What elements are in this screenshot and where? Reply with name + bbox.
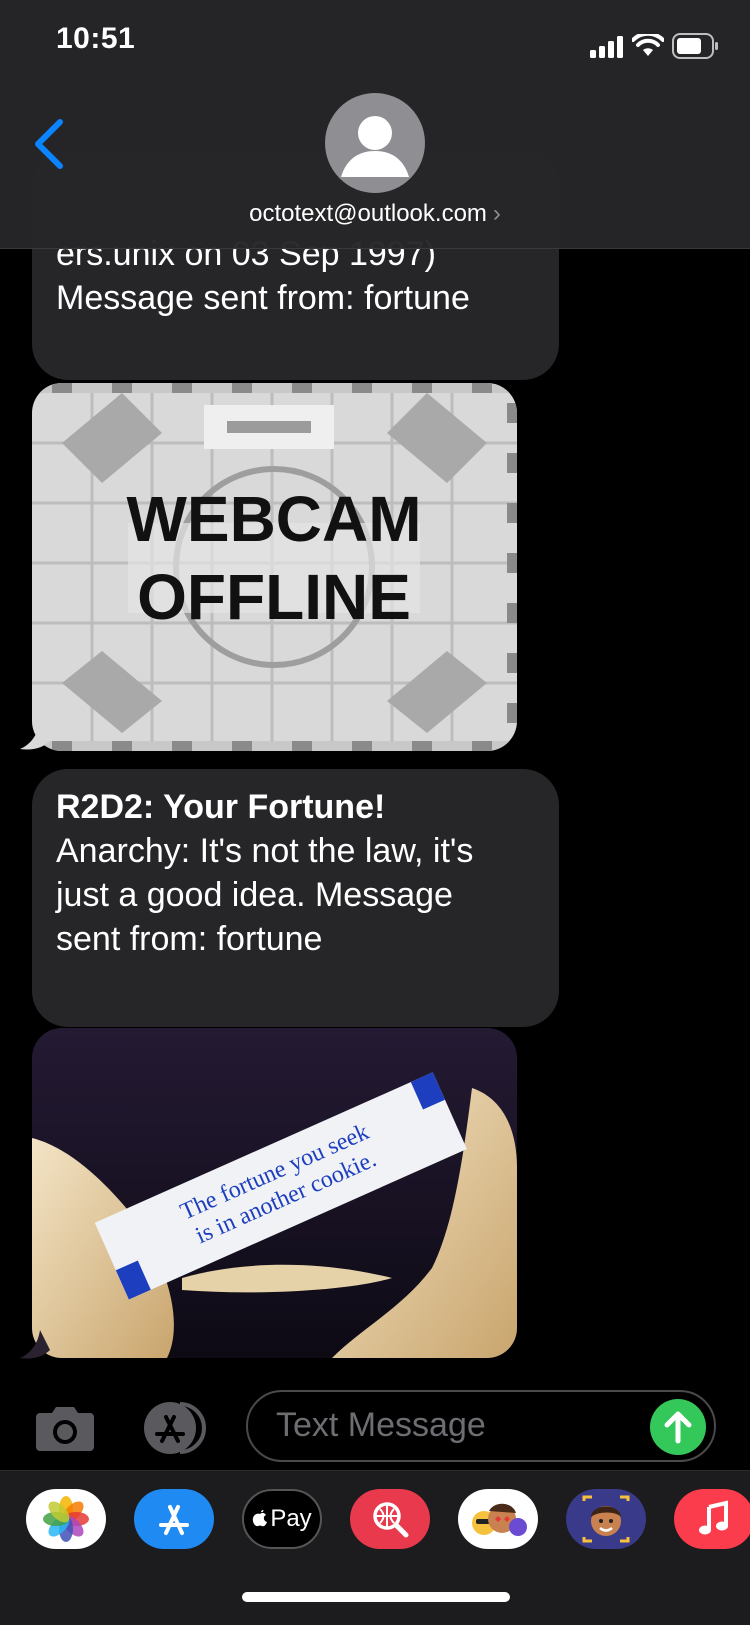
bubble-tail	[20, 1330, 50, 1359]
message-input[interactable]: Text Message	[246, 1390, 716, 1462]
app-store-app-icon[interactable]	[134, 1489, 214, 1549]
photos-icon	[43, 1496, 89, 1542]
bubble-tail	[20, 721, 50, 750]
wifi-icon	[632, 34, 664, 56]
offline-title: OFFLINE	[137, 561, 411, 633]
app-store-glyph-icon	[159, 1505, 189, 1535]
webcam-title: WEBCAM	[126, 483, 421, 555]
person-icon	[341, 116, 409, 177]
message-bubble[interactable]: R2D2: Your Fortune! Anarchy: It's not th…	[32, 769, 559, 1027]
home-indicator[interactable]	[242, 1592, 510, 1602]
image-search-app-icon[interactable]	[350, 1489, 430, 1549]
music-app-icon[interactable]	[674, 1489, 750, 1549]
contact-name[interactable]: octotext@outlook.com ›	[0, 200, 750, 228]
conversation-header: 10:51 octotext@outlook.com ›	[0, 0, 750, 249]
message-input-placeholder: Text Message	[276, 1406, 486, 1444]
fortune-cookie-graphic: The fortune you seek is in another cooki…	[32, 1028, 517, 1358]
photos-app-icon[interactable]	[26, 1489, 106, 1549]
app-store-icon[interactable]	[140, 1401, 210, 1455]
fortune-cookie-image[interactable]: The fortune you seek is in another cooki…	[32, 1028, 517, 1358]
cellular-signal-icon	[590, 36, 623, 58]
arrow-up-icon	[664, 1411, 692, 1444]
memoji-face-icon	[582, 1495, 630, 1543]
apple-pay-app-icon[interactable]: Pay	[242, 1489, 322, 1549]
message-heading: R2D2: Your Fortune!	[56, 788, 386, 826]
chevron-right-icon: ›	[492, 200, 501, 227]
globe-search-icon	[373, 1502, 409, 1538]
apple-logo-icon	[253, 1510, 268, 1527]
camera-icon[interactable]	[34, 1405, 96, 1451]
message-text: R2D2: Your Fortune! Anarchy: It's not th…	[56, 785, 535, 961]
battery-icon	[672, 33, 718, 59]
animoji-app-icon[interactable]	[458, 1489, 538, 1549]
test-card-graphic: WEBCAM OFFLINE	[32, 383, 517, 751]
apple-pay-label: Pay	[270, 1505, 312, 1532]
back-chevron-icon[interactable]	[30, 118, 70, 170]
webcam-offline-image[interactable]: WEBCAM OFFLINE	[32, 383, 517, 751]
music-note-icon	[699, 1500, 728, 1535]
send-button[interactable]	[650, 1399, 706, 1455]
animoji-faces-icon	[472, 1503, 527, 1536]
memoji-app-icon[interactable]	[566, 1489, 646, 1549]
contact-avatar[interactable]	[325, 93, 425, 193]
status-time: 10:51	[56, 22, 136, 55]
